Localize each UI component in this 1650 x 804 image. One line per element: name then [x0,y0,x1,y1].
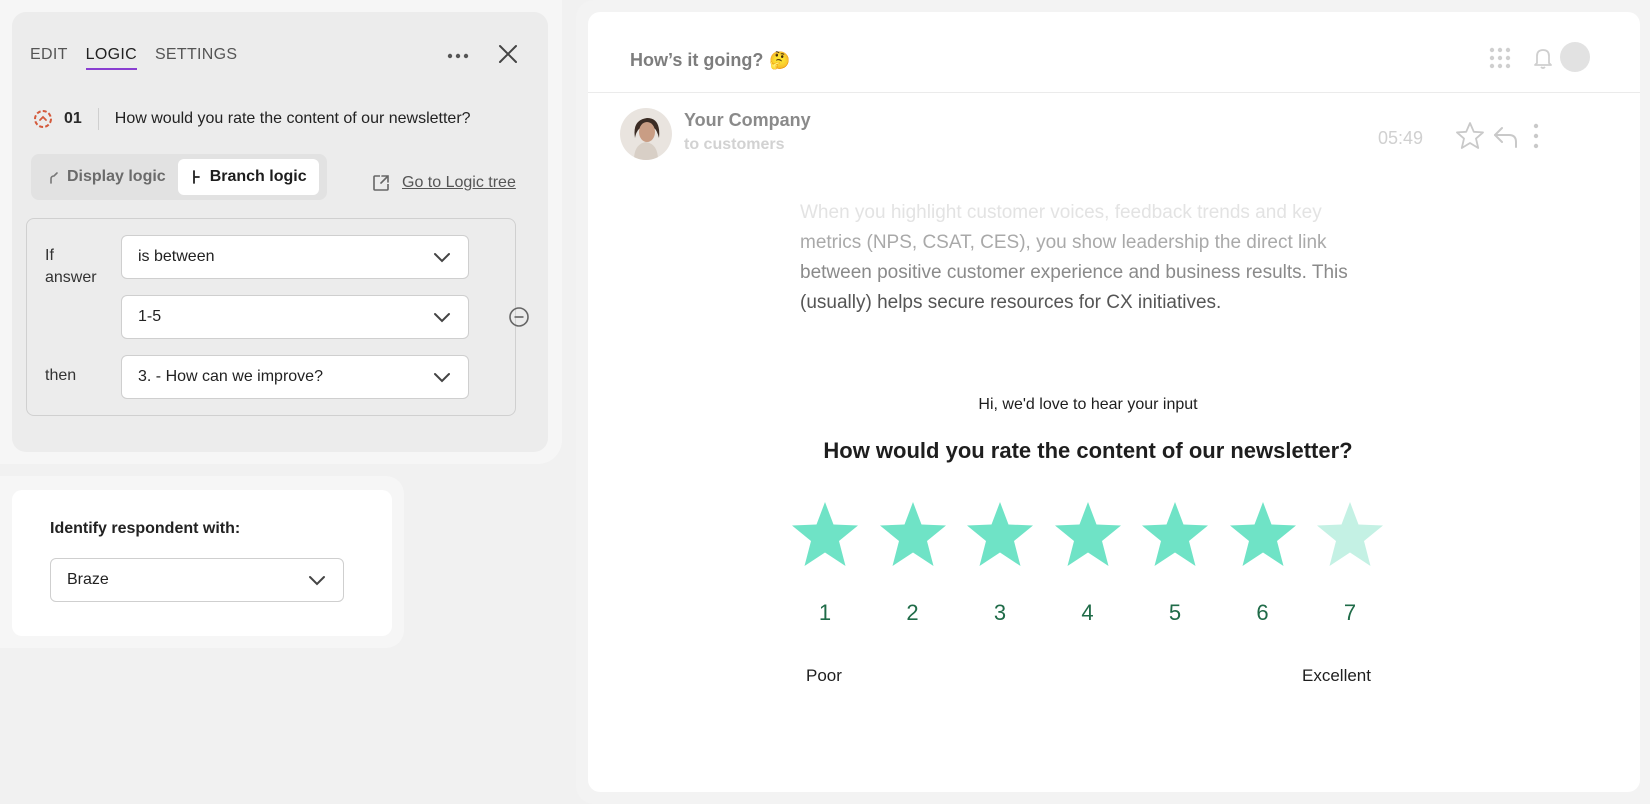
star-outline-icon[interactable] [1454,120,1486,152]
branch-logic-label: Branch logic [209,168,307,185]
rating-number: 1 [818,600,832,625]
rating-star-1[interactable] [790,500,860,570]
rating-star-5[interactable] [1140,500,1210,570]
rating-number: 7 [1343,600,1357,625]
display-logic-icon [50,172,58,184]
header-divider [588,92,1640,93]
body-line: (usually) helps secure resources for CX … [800,292,1222,313]
rating-star-3[interactable] [965,500,1035,570]
identify-value: Braze [67,571,109,588]
panel-tabs: EDIT LOGIC SETTINGS [30,46,237,70]
rating-number: 2 [906,600,919,625]
branch-rule: If answer is between 1-5 then 3. - How c… [26,218,516,416]
branch-logic-button[interactable]: Branch logic [177,159,319,195]
condition-select[interactable]: is between [121,235,469,279]
identify-select[interactable]: Braze [50,558,344,602]
condition-value: is between [138,248,215,265]
tab-settings[interactable]: SETTINGS [155,46,237,70]
rating-star-4[interactable] [1053,500,1123,570]
body-line: metrics (NPS, CSAT, CES), you show leade… [800,232,1327,253]
chevron-down-icon [434,373,450,383]
close-icon[interactable] [496,42,520,66]
display-logic-label: Display logic [67,168,166,185]
kebab-menu-icon[interactable] [1530,122,1542,150]
target-question-value: 3. - How can we improve? [138,368,323,385]
chevron-down-icon [434,253,450,263]
display-logic-button[interactable]: Display logic [35,159,178,195]
if-answer-label: If answer [45,247,97,286]
question-number: 01 [64,110,82,127]
email-body: When you highlight customer voices, feed… [800,198,1400,318]
rating-number: 5 [1168,600,1182,625]
branch-logic-icon [192,170,200,184]
email-preview: How’s it going? 🤔 Your Company to custom… [588,12,1640,792]
bell-icon [1534,49,1552,69]
email-subject: How’s it going? 🤔 [630,50,790,71]
logic-type-toggle: Display logic Branch logic [31,154,327,200]
body-line: between positive customer experience and… [800,262,1348,283]
apps-grid-icon [1489,47,1511,69]
range-select[interactable]: 1-5 [121,295,469,339]
rating-star-2[interactable] [878,500,948,570]
tab-edit[interactable]: EDIT [30,46,68,70]
low-anchor-label: Poor [806,666,842,685]
recipient-label: to customers [684,136,785,153]
then-label: then [45,367,77,384]
rating-number: 3 [993,600,1007,625]
body-line: When you highlight customer voices, feed… [800,202,1322,223]
chevron-down-icon [309,576,325,586]
subject-text: How’s it going? [630,50,764,70]
reply-icon[interactable] [1492,122,1520,150]
range-value: 1-5 [138,308,162,325]
sender-name: Your Company [684,110,811,130]
question-text: How would you rate the content of our ne… [114,110,471,127]
goto-logic-tree-link[interactable]: Go to Logic tree [372,174,516,192]
identify-title: Identify respondent with: [50,520,241,537]
sender-photo [620,108,672,160]
rating-star-6[interactable] [1228,500,1298,570]
rating-star-7[interactable] [1315,500,1385,570]
question-header: 01 How would you rate the content of our… [32,108,471,130]
more-options-icon[interactable] [446,46,470,66]
subject-emoji: 🤔 [769,50,791,70]
external-link-icon [373,175,389,191]
sender-avatar [620,108,672,160]
message-time: 05:49 [1378,128,1424,148]
account-avatar [1560,42,1590,72]
high-anchor-label: Excellent [1302,666,1371,685]
logic-panel: EDIT LOGIC SETTINGS 01 How would you rat… [12,12,548,452]
tab-logic[interactable]: LOGIC [85,46,137,70]
identify-panel: Identify respondent with: Braze [12,490,392,636]
survey-question: How would you rate the content of our ne… [823,438,1353,463]
goto-logic-tree-label: Go to Logic tree [402,174,516,191]
rating-number: 4 [1081,600,1094,625]
target-question-select[interactable]: 3. - How can we improve? [121,355,469,399]
rating-number: 6 [1256,600,1269,625]
chevron-down-icon [434,313,450,323]
rating-question-icon [34,110,52,128]
remove-condition-icon[interactable] [508,306,530,328]
survey-greeting: Hi, we'd love to hear your input [978,396,1198,413]
divider [97,108,99,130]
